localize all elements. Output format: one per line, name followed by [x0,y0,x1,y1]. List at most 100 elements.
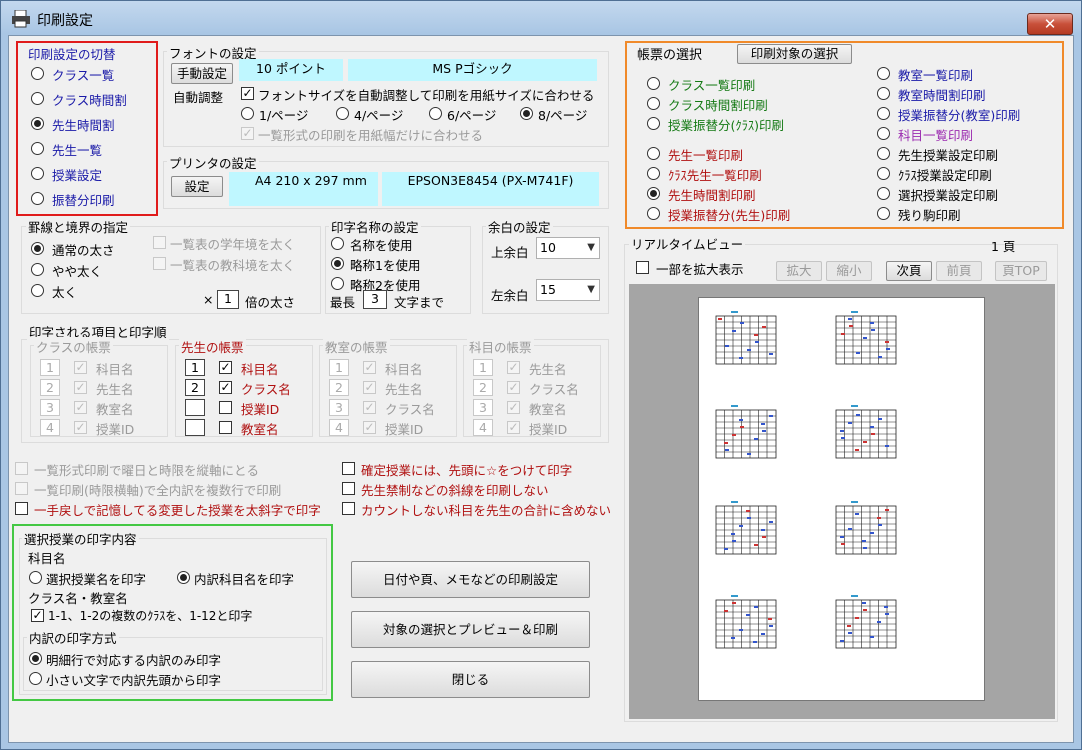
right-option-check-2[interactable] [342,502,355,515]
switch-radio-2[interactable] [31,117,44,130]
room-check-2[interactable]: ✓ [363,401,376,414]
left-option-check-1[interactable] [15,482,28,495]
report-left-radio-2[interactable] [647,117,660,130]
lines-radio-2[interactable] [31,284,44,297]
close-button[interactable]: 閉じる [351,661,590,698]
room-order-1[interactable]: 2 [329,379,349,396]
report-left-radio-3[interactable] [647,147,660,160]
switch-radio-0[interactable] [31,67,44,80]
report-right-radio-3[interactable] [877,127,890,140]
switch-radio-4[interactable] [31,167,44,180]
thumb-cell-mark [877,517,881,519]
subject-order-3[interactable]: 4 [473,419,493,436]
names-radio-2[interactable] [331,277,344,290]
report-right-radio-7[interactable] [877,207,890,220]
pages-radio-0[interactable] [241,107,254,120]
room-order-3[interactable]: 4 [329,419,349,436]
teacher-order-0[interactable]: 1 [185,359,205,376]
left-margin-label: 左余白 [491,288,529,303]
names-radio-0[interactable] [331,237,344,250]
left-margin-select[interactable]: 15 ▼ [536,279,600,301]
method-small-radio[interactable] [29,672,42,685]
subject-border-checkbox[interactable] [153,257,166,270]
line-width-input[interactable]: 1 [217,290,239,309]
report-left-radio-4[interactable] [647,167,660,180]
report-right-radio-5[interactable] [877,167,890,180]
class-check-3[interactable]: ✓ [74,421,87,434]
report-right-radio-6[interactable] [877,187,890,200]
teacher-order-1[interactable]: 2 [185,379,205,396]
top-page-button[interactable]: 頁TOP [995,261,1047,281]
report-title: 帳票の選択 [637,48,703,63]
left-option-check-0[interactable] [15,462,28,475]
target-select-button[interactable]: 印刷対象の選択 [737,44,852,64]
switch-radio-1[interactable] [31,92,44,105]
page-settings-button[interactable]: 日付や頁、メモなどの印刷設定 [351,561,590,598]
report-right-radio-4[interactable] [877,147,890,160]
class-order-2[interactable]: 3 [40,399,60,416]
lines-radio-0[interactable] [31,242,44,255]
class-order-3[interactable]: 4 [40,419,60,436]
subject-check-0[interactable]: ✓ [507,361,520,374]
switch-radio-3[interactable] [31,142,44,155]
left-option-check-2[interactable] [15,502,28,515]
subject-order-2[interactable]: 3 [473,399,493,416]
multi-class-checkbox[interactable]: ✓ [31,609,44,622]
zoom-partial-checkbox[interactable] [636,261,649,274]
grade-border-checkbox[interactable] [153,236,166,249]
zoom-out-button[interactable]: 縮小 [826,261,872,281]
next-page-button[interactable]: 次頁 [886,261,932,281]
subject-order-0[interactable]: 1 [473,359,493,376]
right-option-check-1[interactable] [342,482,355,495]
preview-print-button[interactable]: 対象の選択とプレビュー＆印刷 [351,611,590,648]
report-left-radio-0[interactable] [647,77,660,90]
room-check-3[interactable]: ✓ [363,421,376,434]
class-order-1[interactable]: 2 [40,379,60,396]
select-name-radio[interactable] [29,571,42,584]
pages-radio-2[interactable] [429,107,442,120]
method-detail-radio[interactable] [29,652,42,665]
subject-order-1[interactable]: 2 [473,379,493,396]
subject-check-3[interactable]: ✓ [507,421,520,434]
pages-radio-1[interactable] [336,107,349,120]
printer-settings-button[interactable]: 設定 [171,176,223,197]
subject-check-2[interactable]: ✓ [507,401,520,414]
room-order-0[interactable]: 1 [329,359,349,376]
report-right-radio-0[interactable] [877,67,890,80]
report-left-radio-6[interactable] [647,207,660,220]
room-check-0[interactable]: ✓ [363,361,376,374]
teacher-check-0[interactable]: ✓ [219,361,232,374]
names-radio-1[interactable] [331,257,344,270]
pages-label-0: 1/ページ [259,108,309,123]
teacher-check-1[interactable]: ✓ [219,381,232,394]
report-right-radio-1[interactable] [877,87,890,100]
class-check-1[interactable]: ✓ [74,381,87,394]
class-check-2[interactable]: ✓ [74,401,87,414]
manual-font-button[interactable]: 手動設定 [171,63,233,84]
teacher-order-3[interactable] [185,419,205,436]
fit-width-checkbox[interactable]: ✓ [241,127,254,140]
lines-radio-1[interactable] [31,263,44,276]
detail-name-radio[interactable] [177,571,190,584]
teacher-check-3[interactable] [219,421,232,434]
close-window-button[interactable]: ✕ [1027,13,1073,35]
teacher-check-2[interactable] [219,401,232,414]
auto-adjust-checkbox[interactable]: ✓ [241,87,254,100]
subject-check-1[interactable]: ✓ [507,381,520,394]
switch-radio-5[interactable] [31,192,44,205]
prev-page-button[interactable]: 前頁 [936,261,982,281]
pages-radio-3[interactable] [520,107,533,120]
room-order-2[interactable]: 3 [329,399,349,416]
class-check-0[interactable]: ✓ [74,361,87,374]
report-left-radio-1[interactable] [647,97,660,110]
class-order-0[interactable]: 1 [40,359,60,376]
report-right-radio-2[interactable] [877,107,890,120]
top-margin-select[interactable]: 10 ▼ [536,237,600,259]
max-chars-input[interactable]: 3 [363,290,387,309]
report-left-radio-5[interactable] [647,187,660,200]
teacher-order-2[interactable] [185,399,205,416]
room-check-1[interactable]: ✓ [363,381,376,394]
zoom-in-button[interactable]: 拡大 [776,261,822,281]
right-option-check-0[interactable] [342,462,355,475]
preview-area[interactable] [629,284,1055,719]
